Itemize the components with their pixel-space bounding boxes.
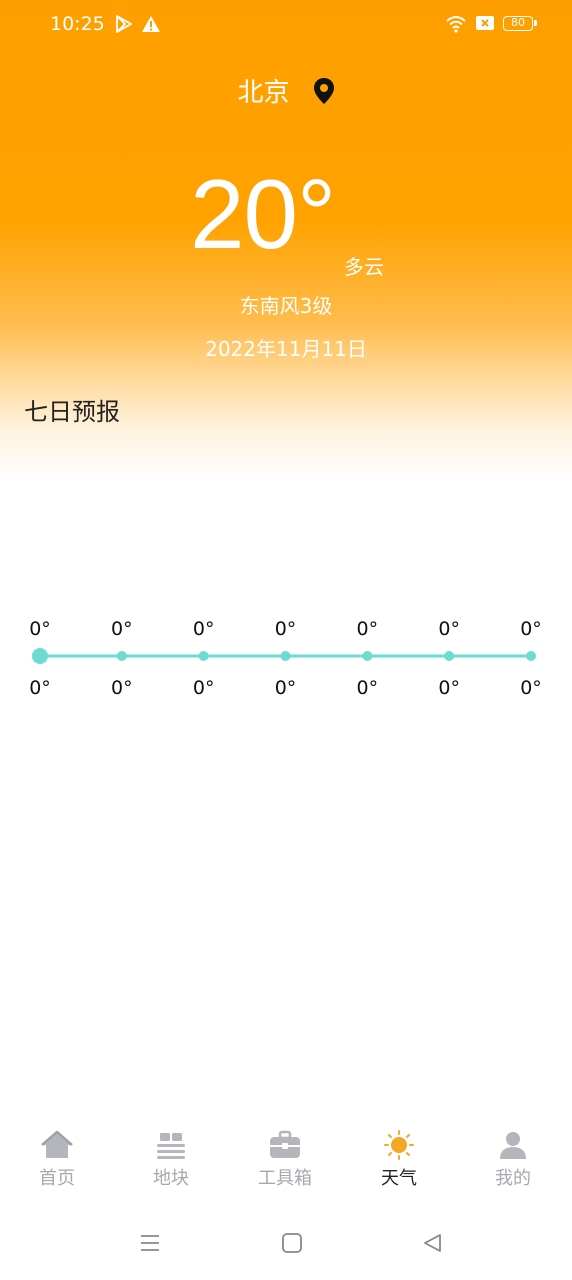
forecast-high-label: 0° [111,618,133,640]
forecast-low-label: 0° [520,677,542,699]
forecast-point [362,651,373,661]
forecast-low-label: 0° [111,677,133,699]
forecast-high-label: 0° [520,618,542,640]
tab-label: 地块 [153,1168,189,1189]
tab-weather[interactable]: 天气 [342,1124,456,1204]
seven-day-forecast-chart: 0° 0° 0° 0° 0° 0° 0° 0° 0° 0° 0° 0° 0° 0° [29,618,542,699]
forecast-low-label: 0° [29,677,51,699]
menu-icon[interactable] [139,1232,161,1254]
forecast-low-label: 0° [438,677,460,699]
forecast-high-label: 0° [193,618,215,640]
forecast-low-label: 0° [193,677,215,699]
tab-label: 天气 [381,1168,417,1189]
forecast-point [32,648,48,664]
forecast-point [526,651,536,661]
bottom-tab-bar: 首页 地块 工具箱 天气 我的 [0,1124,572,1204]
tab-profile[interactable]: 我的 [456,1124,570,1204]
wifi-icon [446,16,466,33]
home-button-icon[interactable] [281,1232,303,1254]
forecast-high-label: 0° [275,618,297,640]
forecast-high-label: 0° [438,618,460,640]
no-sim-icon [476,16,494,30]
forecast-point [116,651,127,661]
forecast-high-label: 0° [357,618,379,640]
forecast-point [280,651,291,661]
battery-indicator: 80 [503,16,537,31]
tab-home[interactable]: 首页 [0,1124,114,1204]
sun-icon [384,1130,414,1160]
tab-label: 我的 [495,1168,531,1189]
location-row[interactable]: 北京 [0,72,572,109]
tab-label: 工具箱 [258,1168,312,1189]
forecast-low-label: 0° [357,677,379,699]
home-icon [41,1130,73,1158]
tab-toolbox[interactable]: 工具箱 [228,1124,342,1204]
forecast-low-label: 0° [275,677,297,699]
play-store-icon [116,15,132,33]
wind-info: 东南风3级 [239,294,333,318]
tab-label: 首页 [39,1168,75,1189]
current-date: 2022年11月11日 [205,337,367,361]
back-icon[interactable] [421,1232,443,1254]
forecast-point [444,651,455,661]
toolbox-icon [270,1130,300,1158]
status-time: 10:25 [50,13,105,35]
city-name[interactable]: 北京 [237,78,289,108]
location-pin-icon[interactable] [313,77,335,105]
system-navigation-bar [0,1216,572,1280]
forecast-high-label: 0° [29,618,51,640]
tab-field[interactable]: 地块 [114,1124,228,1204]
weather-condition: 多云 [344,255,384,279]
field-icon [157,1133,185,1159]
status-bar: 10:25 80 [0,0,572,52]
forecast-point [198,651,209,661]
seven-day-forecast-title: 七日预报 [24,398,120,426]
warning-icon [142,16,160,32]
user-icon [500,1132,526,1159]
current-temperature: 20° [190,159,336,269]
